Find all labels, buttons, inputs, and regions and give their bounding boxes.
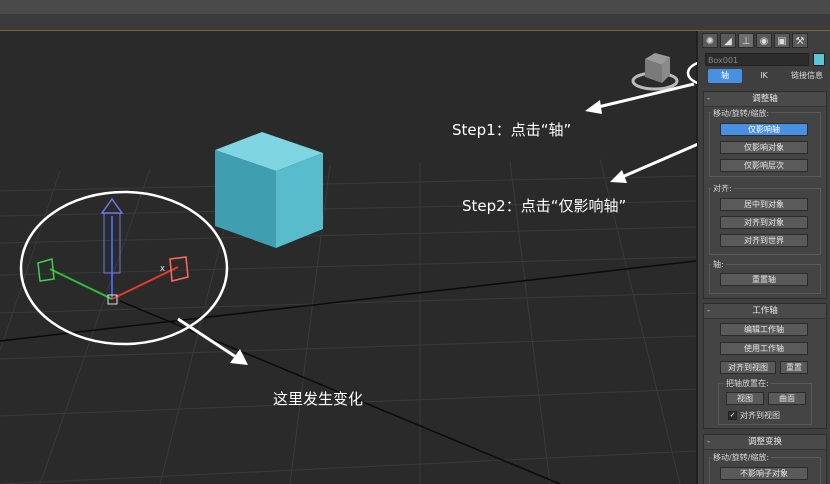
move-rotate-scale-label: 移动/旋转/缩放:	[711, 108, 772, 119]
adjust-transform-rollout: - 调整变换 移动/旋转/缩放: 不影响子对象	[703, 434, 827, 484]
pivot-label: 轴:	[711, 259, 726, 270]
object-name-field[interactable]: Box001	[705, 53, 809, 66]
center-to-object-button[interactable]: 居中到对象	[720, 198, 808, 211]
align-to-object-button[interactable]: 对齐到对象	[720, 216, 808, 229]
affect-object-only-button[interactable]: 仅影响对象	[720, 141, 808, 154]
tab-pivot[interactable]: 轴	[708, 69, 742, 83]
use-working-pivot-button[interactable]: 使用工作轴	[720, 342, 808, 355]
transform-group-label: 移动/旋转/缩放:	[711, 452, 772, 463]
command-panel-tabs: ✺ ◢ ⊥ ◉ ▣ ⚒	[702, 33, 828, 49]
change-annotation: 这里发生变化	[273, 390, 364, 408]
align-to-world-button[interactable]: 对齐到世界	[720, 234, 808, 247]
align-to-view-checkbox-label: 对齐到视图	[740, 411, 780, 420]
create-icon[interactable]: ✺	[702, 33, 718, 48]
adjust-transform-title[interactable]: - 调整变换	[704, 435, 826, 450]
place-pivot-label: 把轴放置在:	[724, 378, 771, 389]
object-color-swatch[interactable]	[813, 53, 825, 66]
hierarchy-icon[interactable]: ⊥	[738, 33, 754, 48]
align-to-view-button[interactable]: 对齐到视图	[720, 361, 776, 374]
align-to-view-checkbox[interactable]: ✓ 对齐到视图	[728, 410, 780, 421]
tab-ik[interactable]: IK	[753, 69, 775, 83]
tab-link-info[interactable]: 链接信息	[785, 69, 829, 83]
step1-annotation: Step1：点击“轴”	[452, 121, 572, 139]
step2-annotation: Step2：点击“仅影响轴”	[462, 197, 627, 215]
motion-icon[interactable]: ◉	[756, 33, 772, 48]
hierarchy-subtabs: 轴 IK 链接信息	[705, 69, 829, 83]
adjust-pivot-title[interactable]: - 调整轴	[704, 92, 826, 107]
align-label: 对齐:	[711, 183, 734, 194]
affect-hierarchy-only-button[interactable]: 仅影响层次	[720, 159, 808, 172]
modify-icon[interactable]: ◢	[720, 33, 736, 48]
checkbox-check-icon[interactable]: ✓	[728, 411, 737, 420]
utilities-icon[interactable]: ⚒	[792, 33, 808, 48]
reset-pivot-button[interactable]: 重置轴	[720, 273, 808, 286]
reset-working-pivot-button[interactable]: 重置	[780, 361, 808, 374]
command-panel: ✺ ◢ ⊥ ◉ ▣ ⚒ Box001 轴 IK 链接信息 - 调整轴 移动/旋转/…	[697, 31, 830, 484]
edit-working-pivot-button[interactable]: 编辑工作轴	[720, 323, 808, 336]
dont-affect-children-button[interactable]: 不影响子对象	[720, 467, 808, 480]
working-pivot-rollout: - 工作轴 编辑工作轴 使用工作轴 对齐到视图 重置 把轴放置在: 视图 曲面 ✓…	[703, 303, 827, 429]
working-pivot-title[interactable]: - 工作轴	[704, 304, 826, 319]
affect-pivot-only-button[interactable]: 仅影响轴	[720, 123, 808, 136]
place-surface-button[interactable]: 曲面	[768, 392, 806, 405]
adjust-pivot-rollout: - 调整轴 移动/旋转/缩放: 仅影响轴 仅影响对象 仅影响层次 对齐: 居中到对…	[703, 91, 827, 299]
place-view-button[interactable]: 视图	[726, 392, 764, 405]
display-icon[interactable]: ▣	[774, 33, 790, 48]
